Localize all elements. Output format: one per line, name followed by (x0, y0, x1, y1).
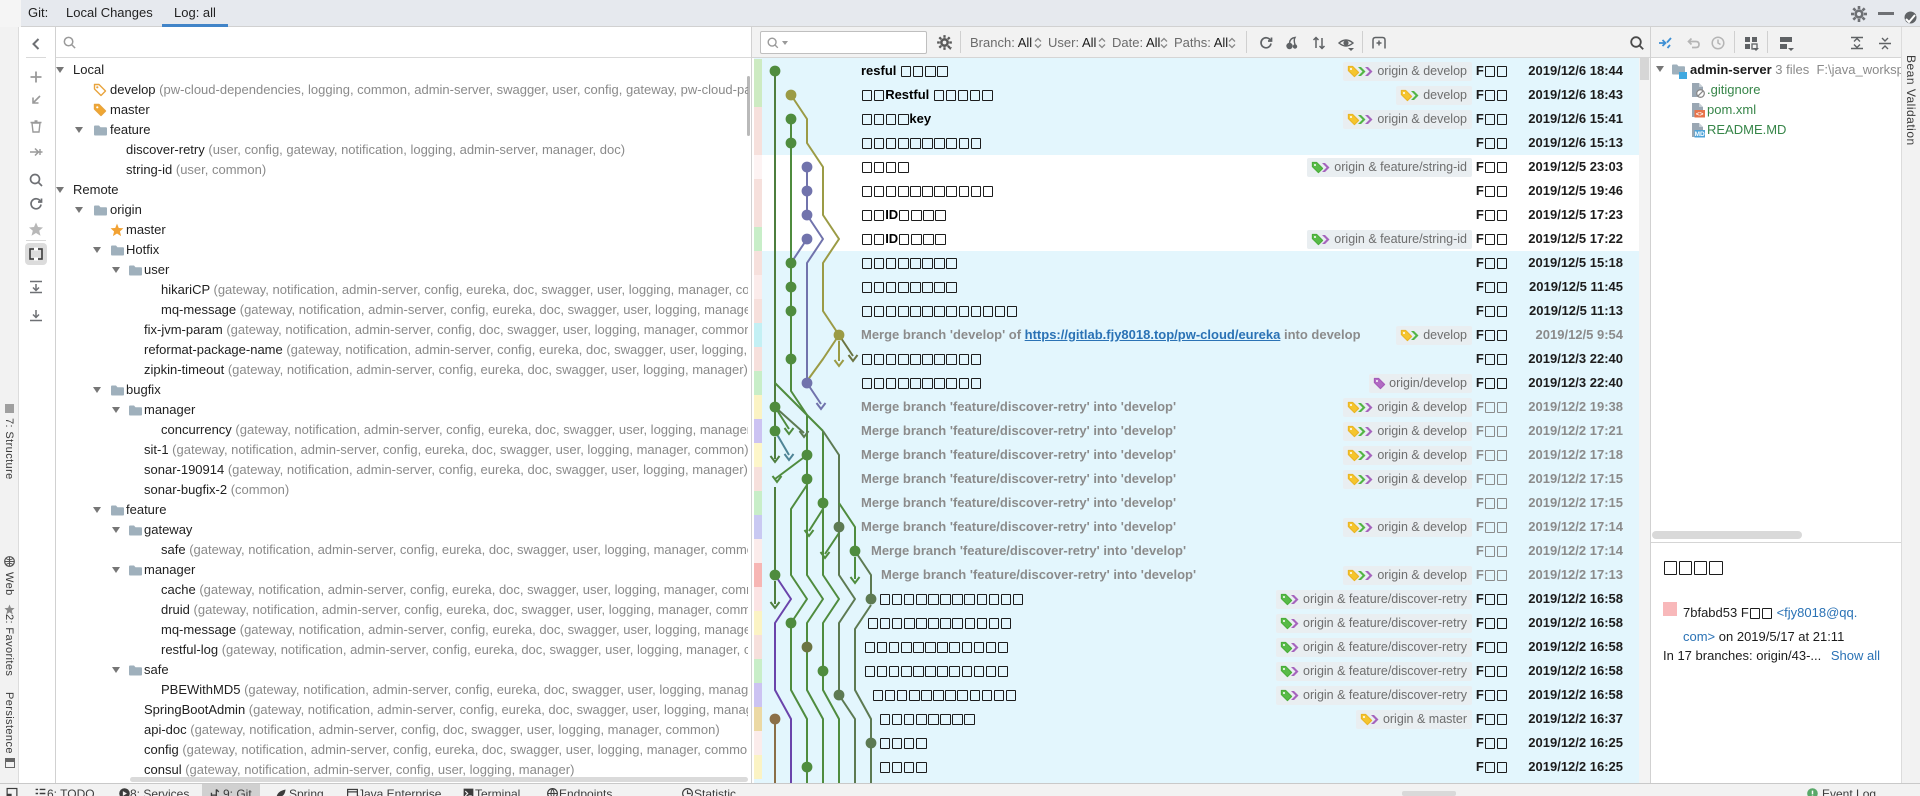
svg-text:<>: <> (1696, 111, 1704, 118)
svg-text:MD: MD (1695, 131, 1705, 138)
